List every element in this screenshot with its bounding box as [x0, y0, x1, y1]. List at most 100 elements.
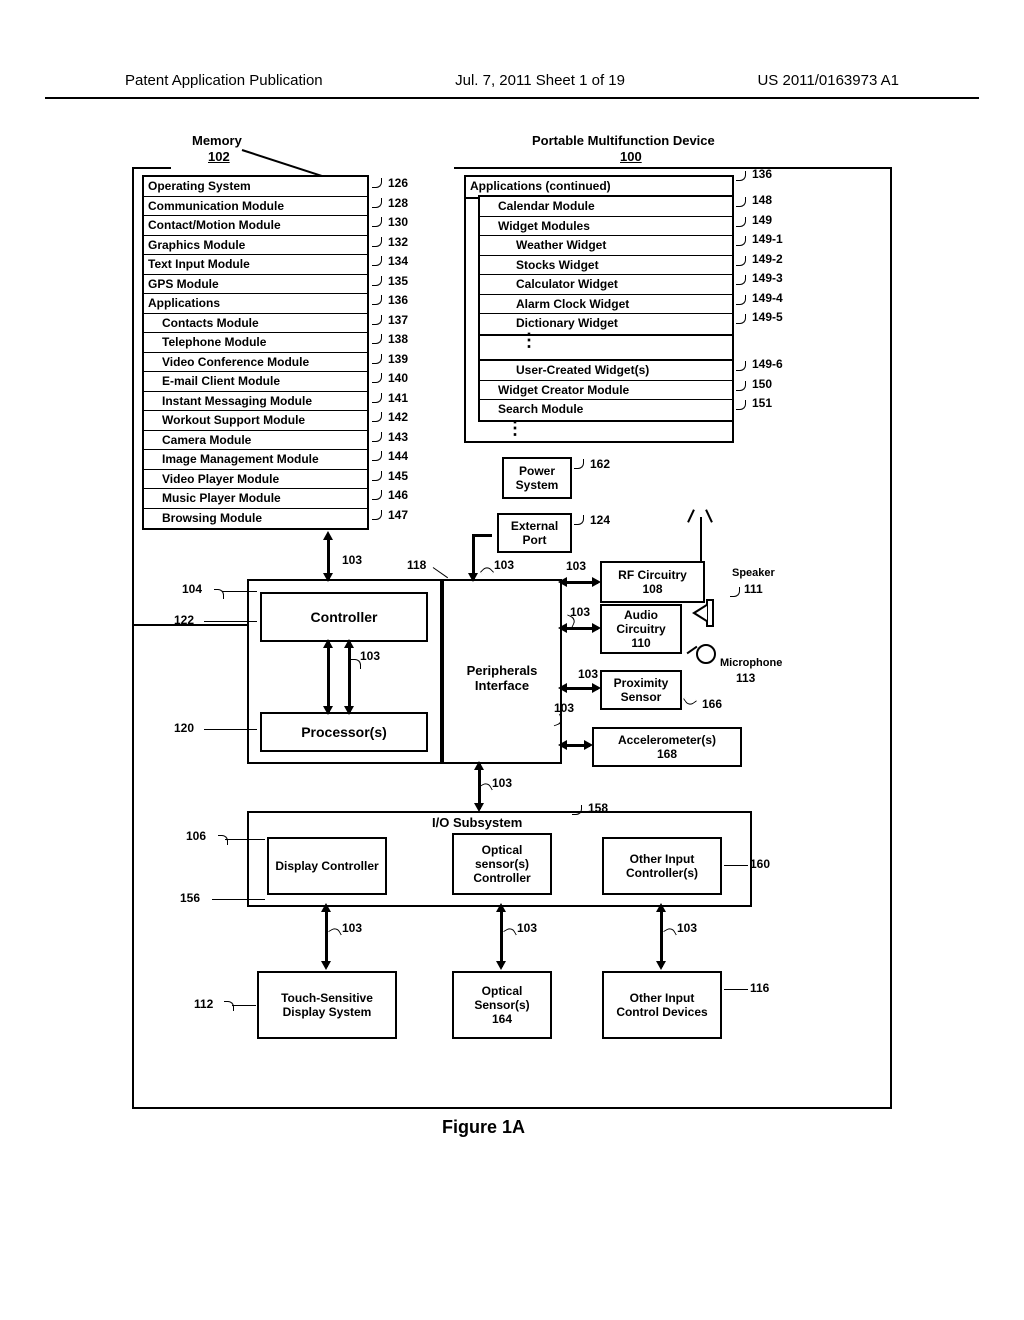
module-row: Stocks Widget: [480, 256, 732, 276]
module-row: Contacts Module: [144, 314, 367, 334]
power-system-ref: 162: [590, 457, 610, 471]
header-right: US 2011/0163973 A1: [757, 72, 899, 89]
bus-ref: 103: [554, 701, 574, 715]
module-ref: 143: [388, 430, 408, 444]
bus-ref: 103: [494, 558, 514, 572]
device-top-right-seg: [454, 167, 892, 169]
block-label: Touch-Sensitive Display System: [267, 991, 387, 1019]
header-left: Patent Application Publication: [125, 72, 323, 89]
page-header: Patent Application Publication Jul. 7, 2…: [45, 60, 979, 99]
module-row: Workout Support Module: [144, 411, 367, 431]
optical-sensors-block: Optical Sensor(s) 164: [452, 971, 552, 1039]
bus-line: [472, 534, 492, 537]
module-ref: 149-3: [752, 271, 783, 285]
audio-circuitry-block: Audio Circuitry 110: [600, 604, 682, 654]
device-title: Portable Multifunction Device: [532, 133, 715, 148]
touch-display-ref: 112: [194, 997, 213, 1011]
ref-hook: [372, 198, 382, 208]
other-input-devices-ref: 116: [750, 981, 769, 995]
module-row: GPS Module: [144, 275, 367, 295]
bus-line: [500, 907, 503, 967]
ref-hook: [736, 361, 746, 371]
module-ref: 148: [752, 193, 772, 207]
arrow-up-icon: [323, 531, 333, 540]
speaker-ref: 111: [744, 582, 763, 596]
microphone-icon: [696, 644, 716, 664]
vertical-dots-icon: ⋮: [506, 426, 524, 431]
module-row: Operating System: [144, 177, 367, 197]
arrow-left-icon: [558, 577, 567, 587]
ref-hook: [372, 315, 382, 325]
device-left-wall: [132, 167, 134, 624]
module-row: Widget Modules: [480, 217, 732, 237]
ref-hook: [218, 835, 228, 845]
block-ref: 108: [642, 582, 662, 596]
ref-hook: [372, 432, 382, 442]
module-row: E-mail Client Module: [144, 372, 367, 392]
arrow-up-icon: [321, 903, 331, 912]
ref-hook: [736, 381, 746, 391]
arrow-right-icon: [592, 577, 601, 587]
module-ref: 132: [388, 235, 408, 249]
ref-hook: [372, 490, 382, 500]
arrow-right-icon: [584, 740, 593, 750]
arrow-right-icon: [592, 683, 601, 693]
peripherals-ref: 118: [407, 558, 426, 572]
speaker-label: Speaker: [732, 567, 775, 579]
module-row: Graphics Module: [144, 236, 367, 256]
device-ref: 100: [620, 149, 642, 164]
module-ref: 128: [388, 196, 408, 210]
bus-line: [660, 907, 663, 967]
bus-ref: 103: [342, 553, 362, 567]
bus-ref: 103: [566, 559, 586, 573]
block-label: Optical sensor(s) Controller: [454, 843, 550, 885]
microphone-ref: 113: [736, 671, 755, 685]
module-ref: 149-2: [752, 252, 783, 266]
peripherals-label: Peripherals Interface: [452, 663, 552, 693]
module-row: Search Module: [480, 400, 732, 420]
display-controller-block: Display Controller: [267, 837, 387, 895]
module-ref: 137: [388, 313, 408, 327]
arrow-left-icon: [558, 683, 567, 693]
module-row: Camera Module: [144, 431, 367, 451]
lead-line: [724, 989, 748, 990]
arrow-down-icon: [321, 961, 331, 970]
module-row: User-Created Widget(s): [480, 361, 732, 381]
external-port-ref: 124: [590, 513, 610, 527]
arrow-right-icon: [592, 623, 601, 633]
device-corner: [132, 624, 134, 626]
block-label: Audio Circuitry: [602, 608, 680, 636]
module-ref: 149-5: [752, 310, 783, 324]
memory-module-list-left: Operating SystemCommunication Module Cont…: [142, 175, 369, 530]
processors-ref: 120: [174, 721, 194, 735]
block-label: RF Circuitry: [618, 568, 687, 582]
bus-ref: 103: [517, 921, 537, 935]
module-ref: 149-6: [752, 357, 783, 371]
block-label: Peripherals Interface: [452, 663, 552, 693]
block-label: Other Input Control Devices: [612, 991, 712, 1019]
figure-diagram: Memory 102 Portable Multifunction Device…: [132, 139, 892, 1179]
ref-hook: [372, 354, 382, 364]
ref-hook: [736, 217, 746, 227]
module-ref: 136: [388, 293, 408, 307]
proximity-sensor-block: Proximity Sensor: [600, 670, 682, 710]
module-ref: 138: [388, 332, 408, 346]
ref-hook: [372, 237, 382, 247]
module-row: Communication Module: [144, 197, 367, 217]
display-controller-ref-106: 106: [186, 829, 206, 843]
antenna-icon: [690, 509, 710, 523]
module-ref: 146: [388, 488, 408, 502]
block-ref: 164: [492, 1012, 512, 1026]
arrow-down-icon: [323, 573, 333, 582]
block-label: Other Input Controller(s): [604, 852, 720, 880]
module-row: Dictionary Widget: [480, 314, 732, 334]
bus-ref: 103: [578, 667, 598, 681]
module-ref: 144: [388, 449, 408, 463]
module-ref: 149-4: [752, 291, 783, 305]
device-top-left-stub: [132, 167, 171, 169]
module-ref: 140: [388, 371, 408, 385]
module-row: Video Conference Module: [144, 353, 367, 373]
ref-hook: [730, 587, 740, 597]
ref-hook: [480, 565, 494, 579]
arrow-up-icon: [656, 903, 666, 912]
